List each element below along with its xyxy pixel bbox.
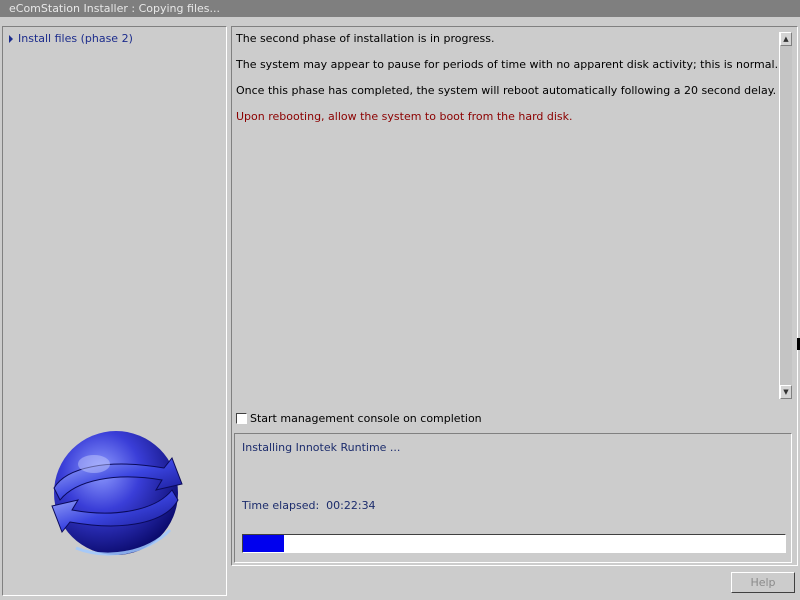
- status-panel: Installing Innotek Runtime ... Time elap…: [234, 433, 792, 563]
- message-progress: The second phase of installation is in p…: [236, 32, 495, 45]
- sidebar: Install files (phase 2): [2, 26, 227, 596]
- scroll-up-arrow-icon[interactable]: ▲: [780, 32, 792, 46]
- scrollbar-track[interactable]: [780, 46, 792, 385]
- start-console-label[interactable]: Start management console on completion: [250, 412, 482, 425]
- time-elapsed: Time elapsed: 00:22:34: [242, 499, 376, 512]
- message-boot-warning: Upon rebooting, allow the system to boot…: [236, 110, 573, 123]
- message-reboot-notice: Once this phase has completed, the syste…: [236, 84, 777, 97]
- message-pause-notice: The system may appear to pause for perio…: [236, 58, 779, 71]
- ecomstation-globe-logo: [51, 431, 183, 556]
- start-console-option[interactable]: Start management console on completion: [236, 410, 482, 426]
- scroll-down-arrow-icon[interactable]: ▼: [780, 385, 792, 399]
- start-console-checkbox[interactable]: [236, 412, 247, 424]
- window-title: eComStation Installer : Copying files...: [0, 0, 800, 17]
- sidebar-item-install-files-phase-2[interactable]: Install files (phase 2): [9, 31, 133, 47]
- time-elapsed-label: Time elapsed:: [242, 499, 320, 512]
- message-scrollbar[interactable]: ▲ ▼: [779, 32, 792, 399]
- time-elapsed-value: 00:22:34: [326, 499, 376, 512]
- help-button[interactable]: Help: [731, 572, 795, 593]
- message-area: The second phase of installation is in p…: [232, 27, 779, 402]
- install-progress-bar: [242, 534, 786, 553]
- current-step-arrow-icon: [9, 35, 13, 43]
- current-task-text: Installing Innotek Runtime ...: [242, 441, 401, 454]
- sidebar-item-label: Install files (phase 2): [18, 32, 133, 45]
- main-panel: The second phase of installation is in p…: [231, 26, 798, 566]
- progress-fill: [243, 535, 285, 552]
